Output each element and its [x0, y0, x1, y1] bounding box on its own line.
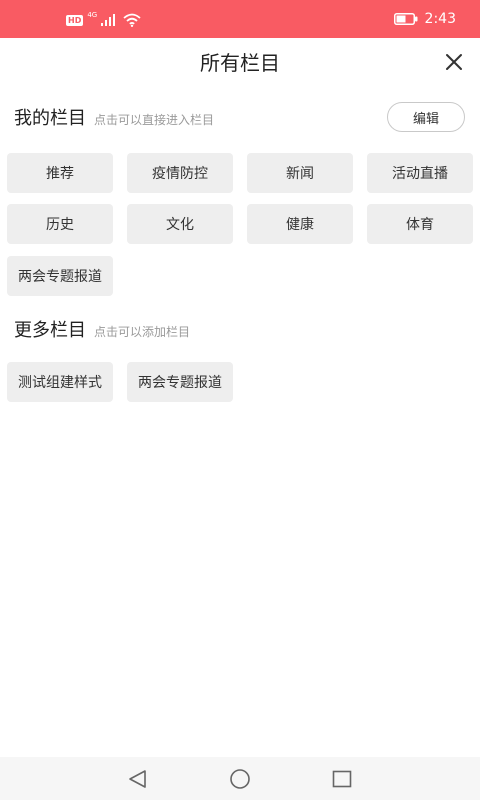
battery-icon: [393, 13, 418, 25]
status-bar: HD 4G 2:43: [0, 0, 480, 38]
hd-badge: HD: [66, 14, 84, 26]
my-column-chip[interactable]: 新闻: [247, 153, 353, 193]
status-time: 2:43: [424, 11, 456, 27]
nav-back-button[interactable]: [127, 768, 149, 790]
edit-button[interactable]: 编辑: [387, 102, 465, 132]
more-columns-hint: 点击可以添加栏目: [94, 325, 191, 339]
more-columns-header: 更多栏目 点击可以添加栏目: [14, 316, 190, 342]
more-column-chip[interactable]: 测试组建样式: [7, 362, 113, 402]
status-right: 2:43: [393, 11, 456, 27]
close-button[interactable]: [442, 50, 466, 74]
home-circle-icon: [230, 769, 250, 789]
my-column-chip[interactable]: 活动直播: [367, 153, 473, 193]
my-column-chip[interactable]: 历史: [7, 204, 113, 244]
nav-home-button[interactable]: [229, 768, 251, 790]
wifi-icon: [123, 13, 141, 27]
my-column-chip[interactable]: 体育: [367, 204, 473, 244]
signal-bars-icon: [101, 14, 116, 26]
my-column-chip[interactable]: 健康: [247, 204, 353, 244]
close-icon: [446, 54, 462, 70]
status-left: HD 4G: [66, 11, 141, 28]
back-triangle-icon: [129, 770, 146, 788]
my-columns-header: 我的栏目 点击可以直接进入栏目: [14, 104, 214, 130]
page-header: 所有栏目: [0, 38, 480, 86]
more-column-chip[interactable]: 两会专题报道: [127, 362, 233, 402]
my-columns-hint: 点击可以直接进入栏目: [94, 113, 215, 127]
my-column-chip[interactable]: 文化: [127, 204, 233, 244]
my-column-chip[interactable]: 疫情防控: [127, 153, 233, 193]
recents-square-icon: [332, 770, 352, 788]
nav-recents-button[interactable]: [331, 768, 353, 790]
my-columns-title: 我的栏目: [14, 108, 86, 129]
my-column-chip[interactable]: 推荐: [7, 153, 113, 193]
network-type-label: 4G: [87, 11, 98, 19]
page-title: 所有栏目: [200, 51, 280, 75]
system-nav-bar: [0, 757, 480, 800]
more-columns-title: 更多栏目: [14, 320, 86, 341]
my-column-chip[interactable]: 两会专题报道: [7, 256, 113, 296]
